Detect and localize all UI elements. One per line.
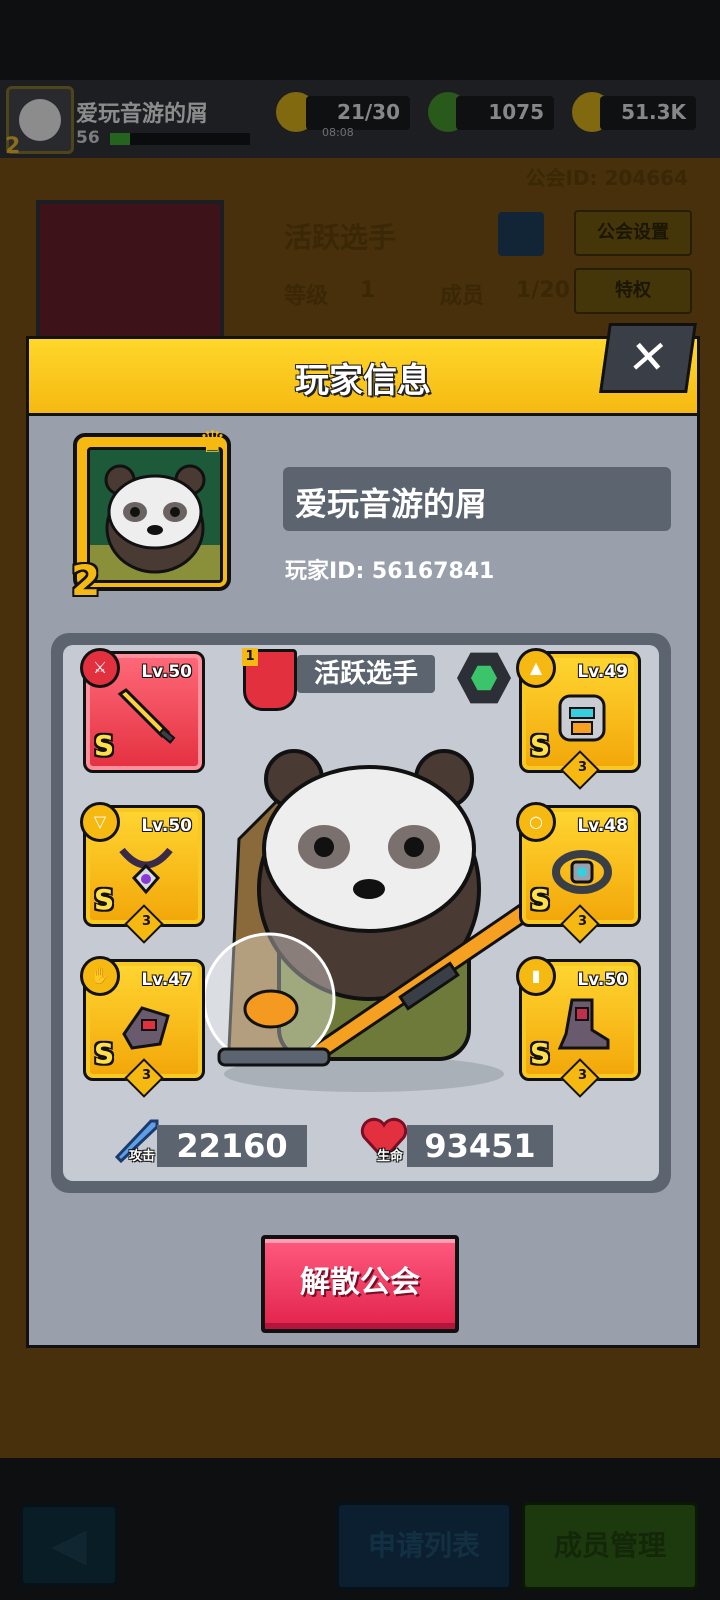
equip-slot-weapon[interactable]: ⚔ Lv.50 S [80,648,205,773]
equip-slot-boots[interactable]: ▮ Lv.50 S 3 [516,956,641,1098]
modal-title: 玩家信息 [295,361,431,401]
close-icon: ✕ [625,330,672,384]
equip-rank: S [530,729,551,762]
player-name-box: 爱玩音游的屑 [283,467,671,531]
hp-stat-icon: 生命 [359,1113,409,1164]
equip-level: Lv.47 [141,970,192,990]
equip-rank: S [94,729,115,762]
player-name: 爱玩音游的屑 [295,485,488,523]
armor-item-icon [558,694,606,742]
player-id: 玩家ID: 56167841 [285,559,495,584]
equip-rank: S [94,1037,115,1070]
disband-guild-button[interactable]: 解散公会 [261,1235,459,1333]
equip-rank: S [530,883,551,916]
necklace-icon: ▽ [80,802,120,842]
belt-item-icon [552,850,612,894]
equip-rank: S [94,883,115,916]
guild-tag: 1 活跃选手 [242,648,443,711]
close-button[interactable]: ✕ [599,323,697,393]
equip-level: Lv.50 [141,816,192,836]
panda-hero-icon [202,749,529,1092]
equip-slot-armor[interactable]: ▲ Lv.49 S 3 [516,648,641,790]
hp-value: 93451 [424,1127,536,1165]
gauntlet-item-icon [122,1006,170,1050]
necklace-item-icon [119,847,173,895]
equip-level: Lv.50 [141,662,192,682]
equip-slot-belt[interactable]: ○ Lv.48 S 3 [516,802,641,944]
boots-item-icon [557,998,610,1050]
portrait-frame [87,447,223,583]
equip-slot-gloves[interactable]: ✋ Lv.47 S 3 [80,956,205,1098]
equip-level: Lv.50 [577,970,628,990]
guild-tag-name: 活跃选手 [297,655,435,693]
attack-stat: 22160 [157,1125,307,1167]
ring-icon: ○ [516,802,556,842]
glove-icon: ✋ [80,956,120,996]
hp-stat: 93451 [407,1125,553,1167]
hp-label: 生命 [377,1149,404,1164]
attack-stat-icon: 攻击 [111,1113,161,1164]
equip-level: Lv.49 [577,662,628,682]
sword-icon [117,688,176,744]
equip-rank: S [530,1037,551,1070]
guild-rank: 1 [242,648,258,666]
player-info-modal: 玩家信息 ✕ 2 ♛ 爱玩音游的屑 玩家ID: 56167841 1 活跃选手 … [26,323,700,1348]
panda-portrait-icon [90,464,220,580]
equip-slot-necklace[interactable]: ▽ Lv.50 S 3 [80,802,205,944]
equip-level: Lv.48 [577,816,628,836]
attack-label: 攻击 [129,1149,156,1164]
weapon-type-icon: ⚔ [80,648,120,688]
guild-shield-icon: 1 [242,648,297,711]
attack-value: 22160 [176,1127,288,1165]
boot-icon: ▮ [516,956,556,996]
shirt-icon: ▲ [516,648,556,688]
portrait-level-badge: 2 [71,556,101,605]
crown-icon: ♛ [199,425,226,460]
